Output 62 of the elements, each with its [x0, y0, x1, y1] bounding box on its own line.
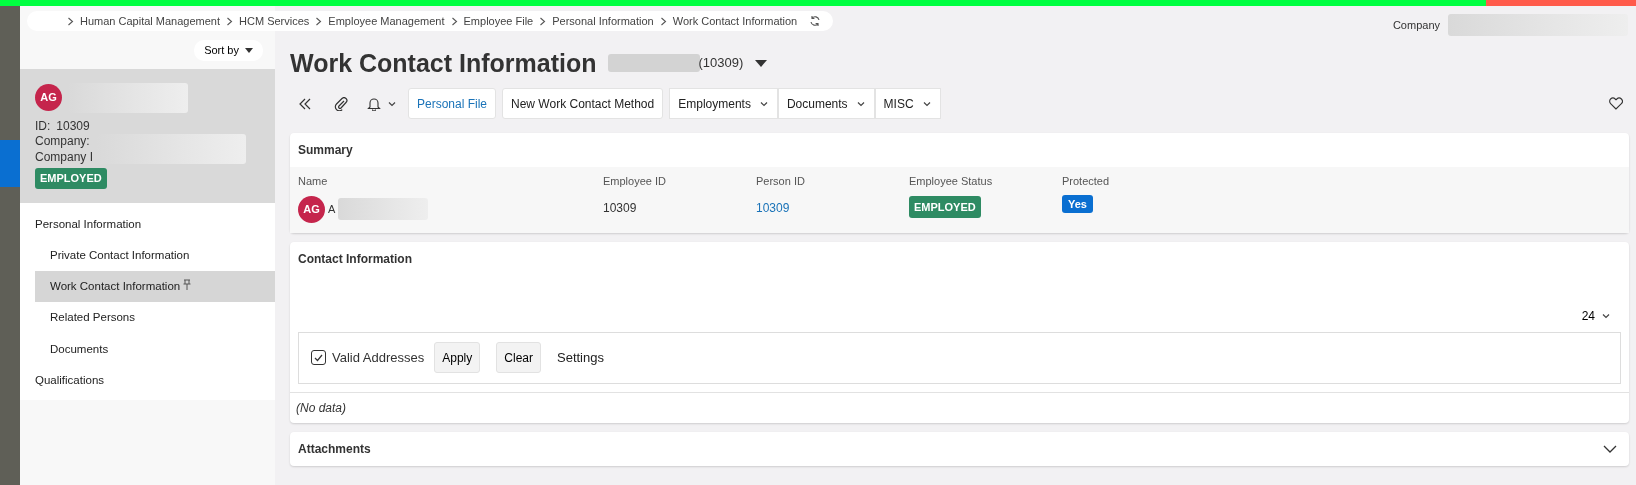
page-size-dropdown[interactable]: 24 [1575, 305, 1617, 326]
protected-badge: Yes [1062, 194, 1093, 213]
section-title: Attachments [297, 440, 372, 458]
breadcrumb-link[interactable]: Employee File [463, 12, 534, 30]
chevron-right-icon [315, 16, 323, 26]
caret-down-icon [755, 59, 768, 67]
page-title: Work Contact Information [290, 48, 597, 78]
company-id-label: Company I [35, 149, 94, 166]
field-label: Person ID [756, 174, 806, 189]
settings-link[interactable]: Settings [557, 347, 604, 368]
id-label: ID: [35, 118, 51, 135]
field-label: Employee Status [909, 174, 994, 189]
breadcrumb-link[interactable]: Human Capital Management [80, 12, 221, 30]
id-value: 10309 [56, 118, 90, 135]
avatar: AG [35, 84, 62, 111]
breadcrumb-link[interactable]: Employee Management [328, 12, 445, 30]
nav-item[interactable]: Personal Information [35, 208, 275, 240]
pin-icon [183, 279, 192, 291]
check-icon [314, 353, 323, 362]
avatar: AG [298, 195, 325, 223]
status-badge: EMPLOYED [35, 168, 107, 189]
toolbar-link[interactable]: Personal File [408, 88, 497, 119]
section-title: Contact Information [297, 250, 413, 268]
nav-item[interactable]: Work Contact Information [35, 271, 275, 303]
toolbar-button[interactable]: New Work Contact Method [502, 88, 664, 119]
heart-icon[interactable] [1609, 97, 1623, 110]
person-name: A [328, 201, 336, 217]
chevron-down-icon [1603, 444, 1617, 453]
field-label: Protected [1062, 174, 1111, 189]
field-label: Employee ID [603, 174, 667, 189]
company-label: Company: [35, 134, 90, 150]
filter-button[interactable]: Clear [496, 342, 541, 373]
chevron-right-icon [450, 16, 458, 26]
section-title: Summary [297, 142, 354, 159]
bell-icon [367, 96, 381, 111]
nav-item[interactable]: Private Contact Information [35, 239, 275, 272]
filter-button[interactable]: Apply [434, 342, 481, 373]
sort-button[interactable]: Sort by [194, 40, 263, 61]
company-label: Company [1392, 17, 1440, 33]
chevron-right-icon [67, 16, 74, 26]
person-id-link[interactable]: 10309 [756, 198, 909, 217]
breadcrumb-link[interactable]: Work Contact Information [672, 12, 798, 30]
dropdown-button[interactable]: Documents [777, 88, 875, 119]
chevron-right-icon [659, 16, 667, 26]
nav-item[interactable]: Qualifications [35, 364, 275, 397]
caret-down-icon [245, 47, 253, 53]
breadcrumb-link[interactable]: Personal Information [552, 12, 654, 30]
nav-item[interactable]: Related Persons [35, 302, 275, 334]
dropdown-button[interactable]: MISC [874, 88, 941, 119]
empty-message: (No data) [295, 399, 348, 417]
chevron-right-icon [539, 16, 547, 26]
nav-item[interactable]: Documents [35, 333, 275, 365]
field-label: Name [298, 174, 329, 189]
dropdown-button[interactable]: Employments [669, 88, 778, 119]
employee-id: (10309) [698, 54, 744, 73]
field-value: 10309 [603, 199, 638, 217]
breadcrumb-link[interactable]: HCM Services [239, 12, 310, 30]
status-badge: EMPLOYED [909, 195, 981, 218]
refresh-icon[interactable] [809, 15, 822, 27]
checkbox[interactable]: Valid Addresses [311, 347, 425, 368]
attachments-panel[interactable]: Attachments [290, 431, 1629, 466]
chevron-right-icon [226, 16, 234, 26]
